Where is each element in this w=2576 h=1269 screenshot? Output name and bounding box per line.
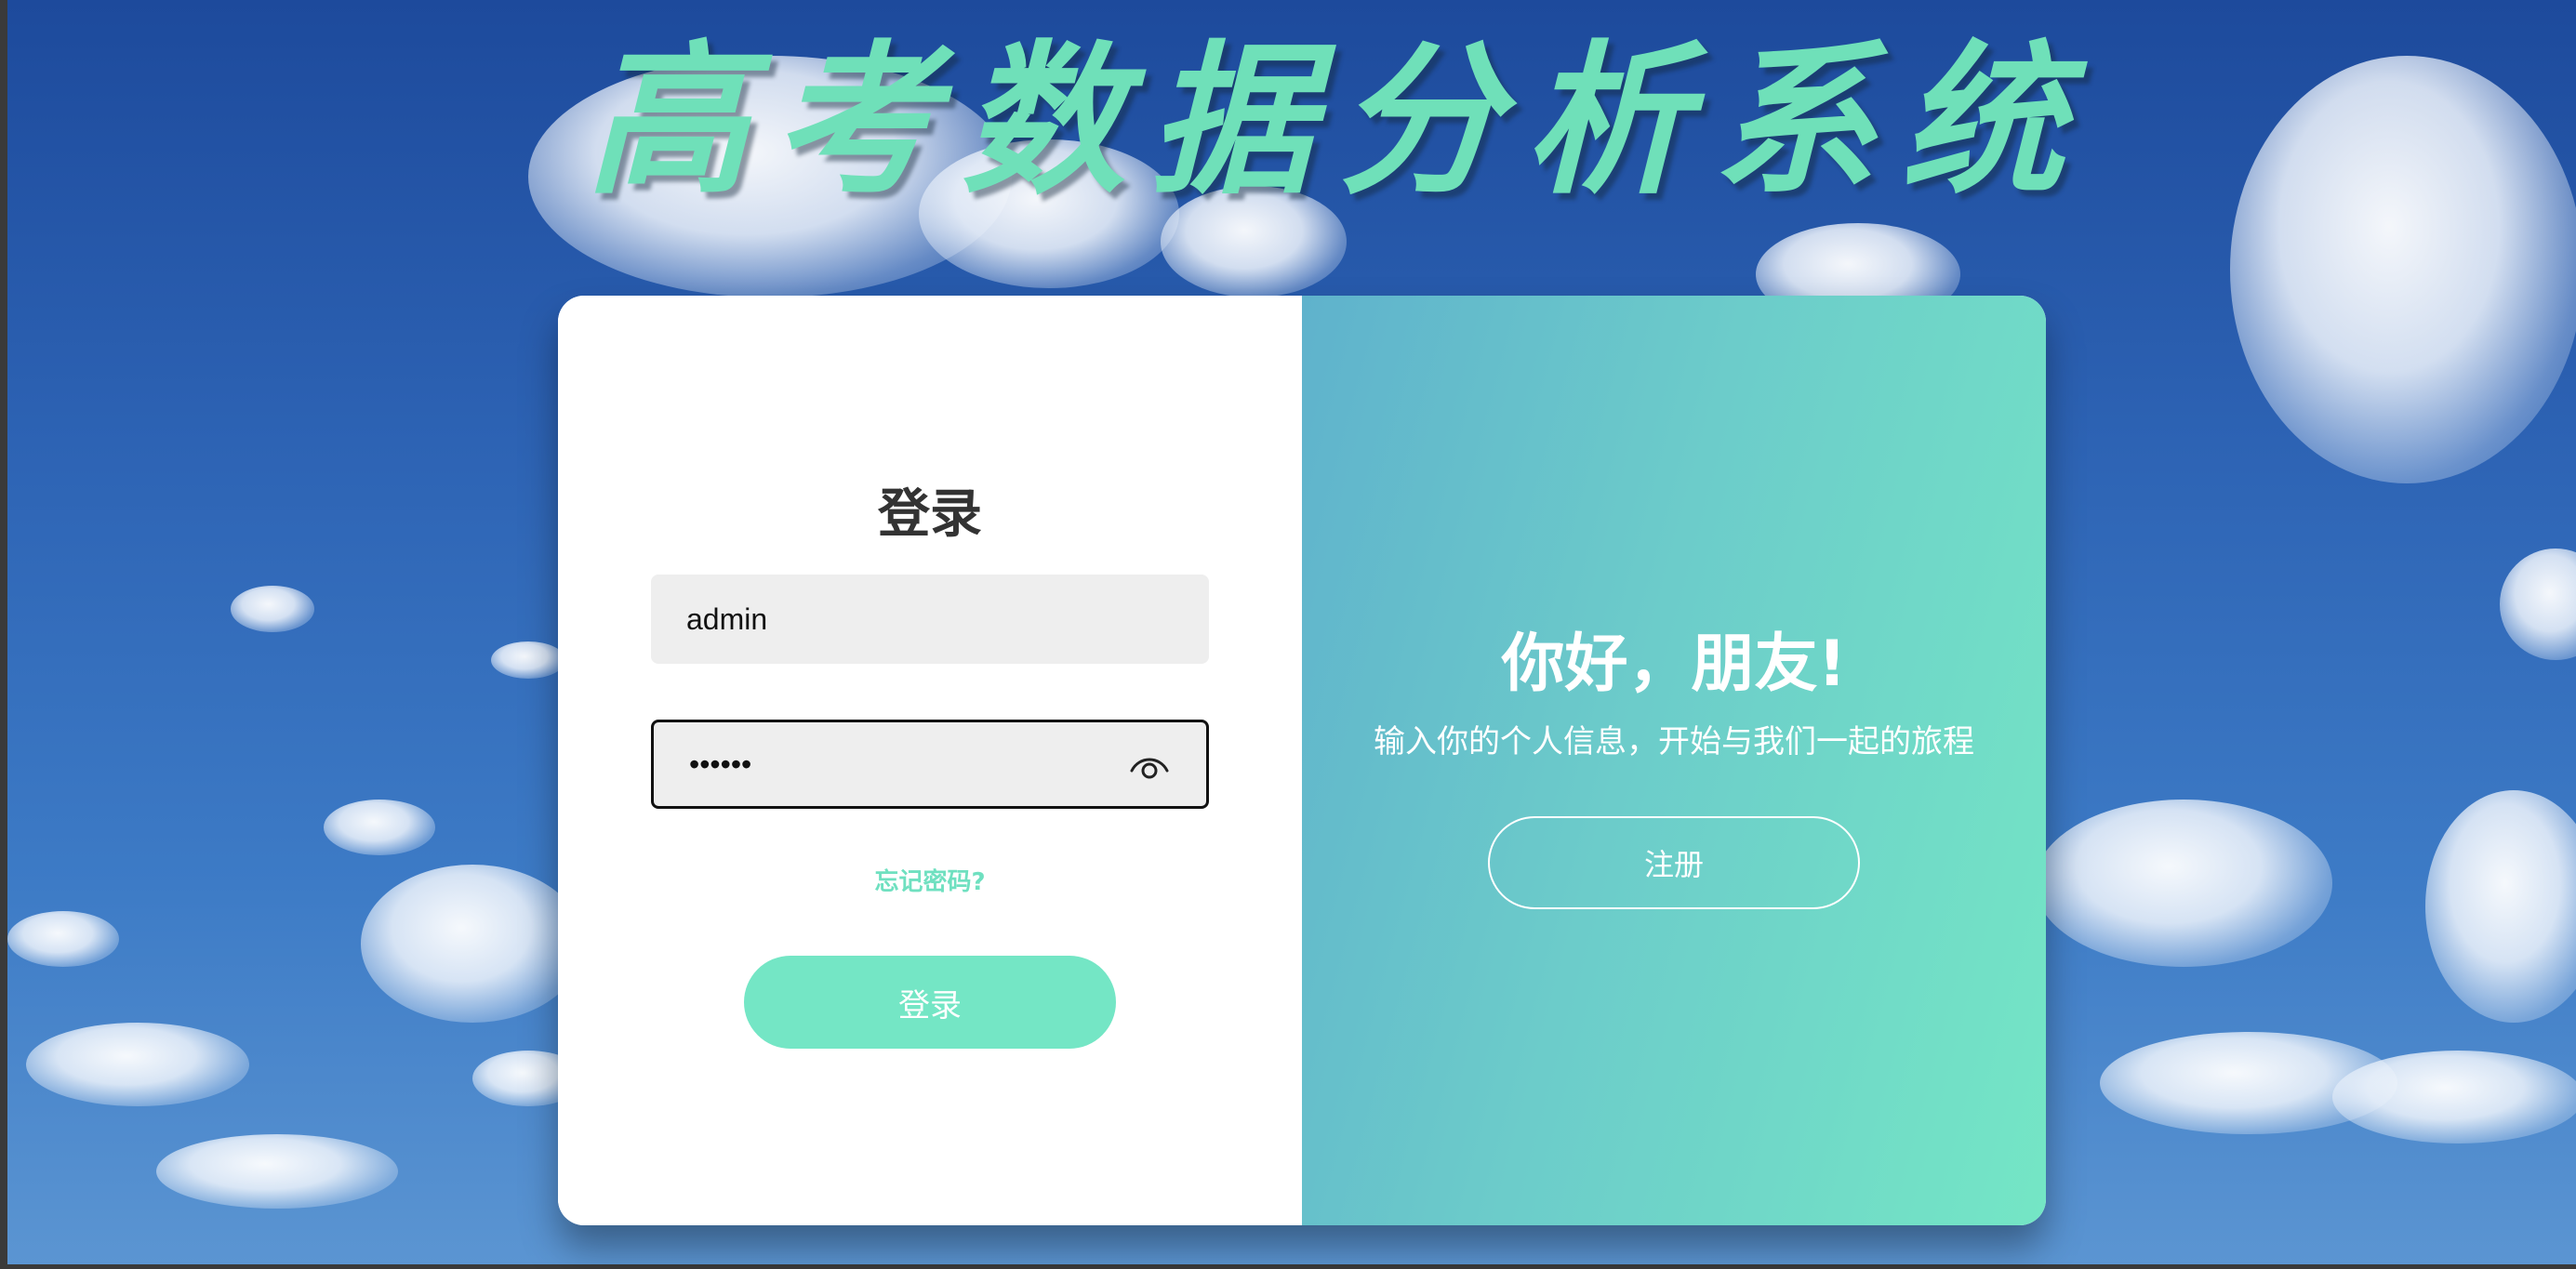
cloud xyxy=(2035,800,2332,967)
cloud xyxy=(491,641,565,679)
cloud xyxy=(324,800,435,855)
password-field xyxy=(651,720,1209,809)
cloud xyxy=(2332,1051,2576,1143)
welcome-pane: 你好，朋友! 输入你的个人信息，开始与我们一起的旅程 注册 xyxy=(1302,296,2046,1225)
cloud xyxy=(2230,56,2576,483)
welcome-subtitle: 输入你的个人信息，开始与我们一起的旅程 xyxy=(1374,723,1974,760)
forgot-password-link[interactable]: 忘记密码? xyxy=(558,863,1302,897)
login-heading: 登录 xyxy=(878,484,982,545)
cloud xyxy=(361,865,584,1023)
login-pane: 登录 忘记密码? 登录 xyxy=(558,296,1302,1225)
username-field xyxy=(651,575,1209,664)
password-input[interactable] xyxy=(654,722,1206,806)
window-bottom-edge xyxy=(0,1264,2576,1269)
app-title: 高考数据分析系统 xyxy=(586,24,2090,217)
login-button[interactable]: 登录 xyxy=(744,956,1116,1049)
cloud xyxy=(7,911,119,967)
eye-icon[interactable] xyxy=(1128,747,1171,784)
register-button[interactable]: 注册 xyxy=(1488,816,1860,909)
cloud xyxy=(156,1134,398,1209)
username-input[interactable] xyxy=(651,575,1209,664)
welcome-title: 你好，朋友! xyxy=(1501,628,1847,701)
window-left-edge xyxy=(0,0,7,1269)
cloud xyxy=(231,586,314,632)
auth-card: 登录 忘记密码? 登录 你好，朋友! 输入你的个人信息，开始与我们一起的旅程 注… xyxy=(558,296,2046,1225)
cloud xyxy=(2425,790,2576,1023)
cloud xyxy=(26,1023,249,1106)
cloud xyxy=(2500,549,2576,660)
